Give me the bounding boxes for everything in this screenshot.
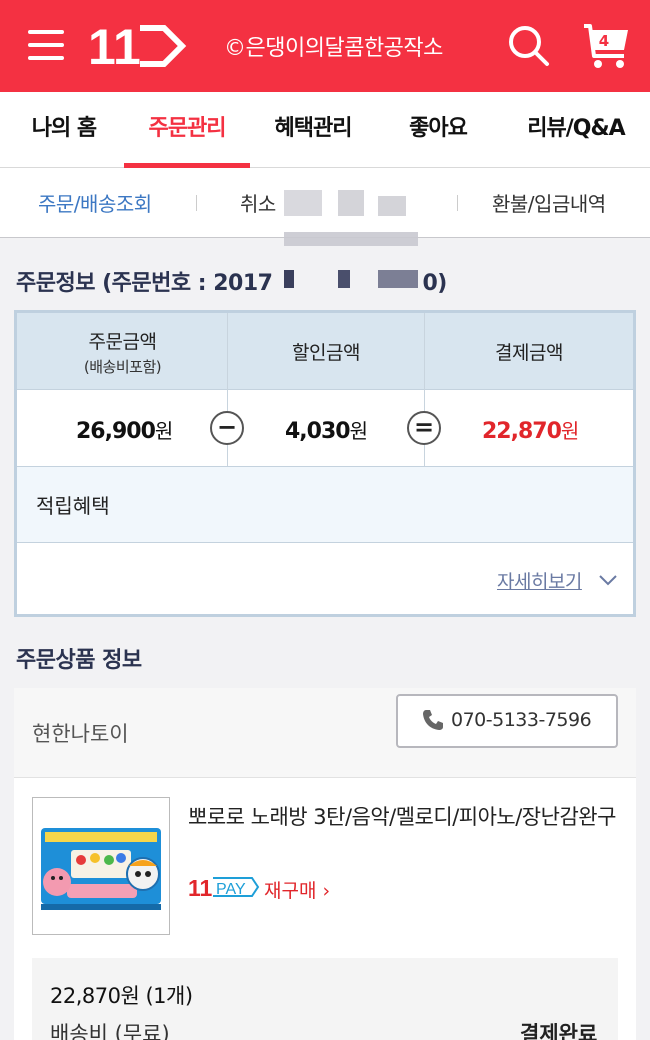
app-header: 11 ©은댕이의달콤한공작소 4 [0,0,650,92]
pororo-toy-image [33,798,169,934]
logo-text: 11 [88,22,141,70]
subtab-refund[interactable]: 환불/입금내역 [492,188,606,217]
subtab-cancel[interactable]: 취소 [240,188,276,217]
product-info-title: 주문상품 정보 [16,648,142,673]
chevron-down-icon[interactable] [597,570,619,590]
tab-order-management[interactable]: 주문관리 [124,92,250,168]
view-details-link[interactable]: 자세히보기 [497,567,582,594]
subtab-divider [196,195,197,211]
eleven-pay-logo: 11 PAY [188,875,260,900]
pay-logo-word: PAY [216,881,246,898]
product-thumbnail[interactable] [32,797,170,935]
tab-likes[interactable]: 좋아요 [398,92,478,168]
order-amount-value: 26,900원 [76,419,173,444]
repurchase-link[interactable]: 재구매 › [264,876,330,903]
seller-phone-number[interactable]: 070-5133-7596 [451,709,592,731]
shipping-fee: 배송비 (무료) [50,1022,170,1040]
blurred-order-number [284,270,294,288]
subtab-divider [457,195,458,211]
tab-review-qna[interactable]: 리뷰/Q&A [518,92,634,168]
blurred-order-number [378,270,418,288]
blurred-text [284,232,418,246]
price-quantity: 22,870원 (1개) [50,984,193,1008]
minus-icon: − [210,411,244,445]
blurred-text [284,190,322,216]
order-amount-header: 주문금액 (배송비포함) [83,330,162,376]
payment-value: 22,870원 [482,419,579,444]
cart-count-badge: 4 [598,32,610,50]
reward-label: 적립혜택 [36,494,110,518]
product-name-link[interactable]: 뽀로로 노래방 3탄/음악/멜로디/피아노/장난감완구 [188,800,628,834]
equals-icon: = [407,411,441,445]
store-name: ©은댕이의달콤한공작소 [224,36,443,61]
eleven-street-logo[interactable]: 11 [88,22,188,70]
discount-header: 할인금액 [292,342,360,364]
phone-icon [423,710,443,730]
payment-header: 결제금액 [495,342,563,364]
order-status: 결제완료 [520,1022,598,1040]
blurred-text [338,190,364,216]
discount-value: 4,030원 [285,419,368,444]
tab-my-home[interactable]: 나의 홈 [22,92,106,168]
subtab-order-delivery[interactable]: 주문/배송조회 [38,188,152,217]
search-icon[interactable] [507,24,551,68]
sub-tabs: 주문/배송조회 취소 환불/입금내역 [0,168,650,238]
tab-benefit-management[interactable]: 혜택관리 [264,92,362,168]
blurred-text [378,196,406,216]
seller-name: 현한나토이 [32,722,129,746]
blurred-order-number [338,270,350,288]
pay-logo-number: 11 [188,875,213,900]
chevron-right-icon: › [322,880,331,902]
menu-icon[interactable] [28,30,64,60]
main-tabs: 나의 홈 주문관리 혜택관리 좋아요 리뷰/Q&A [0,92,650,168]
